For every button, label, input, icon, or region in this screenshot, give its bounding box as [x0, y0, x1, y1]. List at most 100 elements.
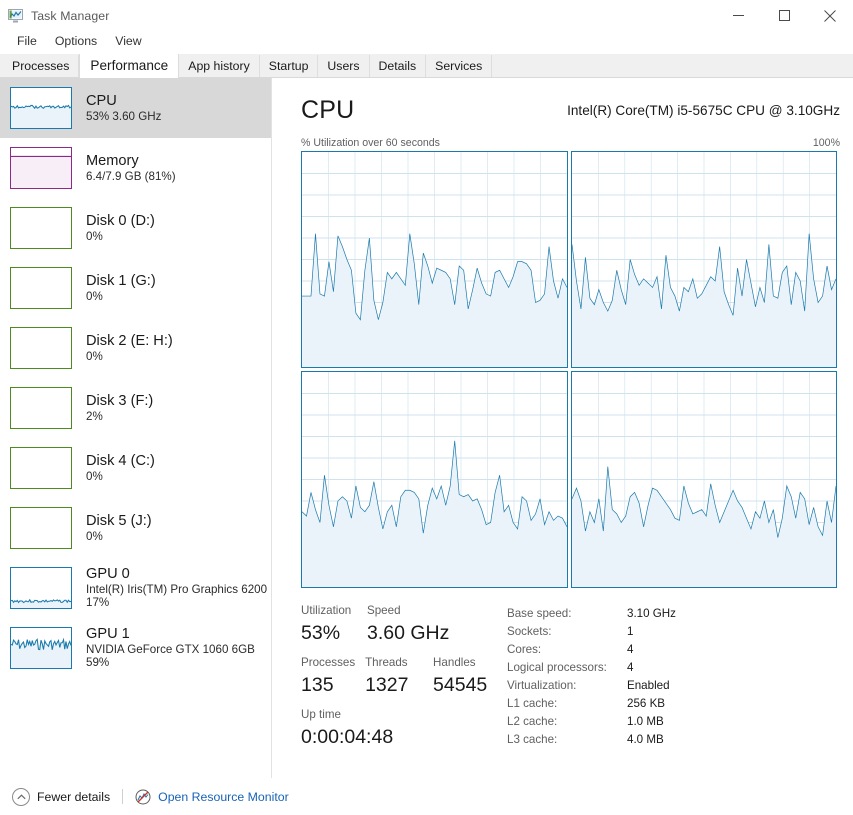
detail-label: L1 cache:	[507, 697, 558, 710]
tab-services[interactable]: Services	[426, 55, 493, 77]
sidebar-item-sublabel-2: 17%	[86, 596, 110, 610]
page-title: CPU	[301, 96, 355, 124]
cpu-stats: Utilization Speed 53% 3.60 GHz Processes…	[301, 603, 846, 763]
detail-value: 1.0 MB	[627, 715, 664, 728]
sidebar-mini-graph	[10, 87, 72, 129]
tab-app-history[interactable]: App history	[179, 55, 260, 77]
detail-label: Logical processors:	[507, 661, 607, 674]
sidebar-item-gpu-1[interactable]: GPU 1 NVIDIA GeForce GTX 1060 6GB 59%	[0, 618, 271, 678]
sidebar-item-text: Disk 3 (F:) 2%	[86, 393, 153, 423]
open-resource-monitor-link[interactable]: Open Resource Monitor	[135, 789, 289, 805]
menu-bar: File Options View	[0, 31, 853, 52]
sidebar-item-sublabel: 53% 3.60 GHz	[86, 109, 162, 123]
tab-users[interactable]: Users	[318, 55, 370, 77]
detail-label: L2 cache:	[507, 715, 558, 728]
uptime-value: 0:00:04:48	[301, 726, 394, 748]
sidebar-item-disk-3-f[interactable]: Disk 3 (F:) 2%	[0, 378, 271, 438]
detail-row: Sockets: 1	[507, 623, 837, 641]
menu-item-options[interactable]: Options	[46, 33, 106, 50]
sidebar-item-disk-0-d[interactable]: Disk 0 (D:) 0%	[0, 198, 271, 258]
handles-value: 54545	[433, 674, 488, 696]
handles-label: Handles	[433, 656, 476, 669]
sidebar-item-disk-2-e-h[interactable]: Disk 2 (E: H:) 0%	[0, 318, 271, 378]
cpu-graph-2[interactable]	[301, 371, 568, 588]
detail-row: L2 cache: 1.0 MB	[507, 713, 837, 731]
utilization-label: Utilization	[301, 604, 352, 617]
footer-bar: Fewer details Open Resource Monitor	[0, 778, 853, 815]
cpu-graph-0[interactable]	[301, 151, 568, 368]
sidebar-item-sublabel: 6.4/7.9 GB (81%)	[86, 169, 176, 183]
detail-label: Sockets:	[507, 625, 552, 638]
cpu-details-list: Base speed: 3.10 GHz Sockets: 1 Cores: 4 Logic…	[507, 605, 837, 749]
sidebar-item-label: GPU 0	[86, 566, 130, 583]
detail-value: 3.10 GHz	[627, 607, 676, 620]
sidebar-item-label: Disk 5 (J:)	[86, 512, 152, 529]
detail-row: Logical processors: 4	[507, 659, 837, 677]
cpu-model-name: Intel(R) Core(TM) i5-5675C CPU @ 3.10GHz	[567, 103, 840, 118]
cpu-stats-left: Utilization Speed 53% 3.60 GHz Processes…	[301, 603, 501, 751]
title-bar: Task Manager	[0, 0, 853, 31]
speed-label: Speed	[367, 604, 401, 617]
detail-label: Virtualization:	[507, 679, 577, 692]
menu-item-file[interactable]: File	[8, 33, 46, 50]
sidebar-item-label: Memory	[86, 152, 139, 169]
sidebar-item-label: Disk 2 (E: H:)	[86, 332, 173, 349]
sidebar-item-sublabel-2: 59%	[86, 656, 110, 670]
sidebar-mini-graph	[10, 387, 72, 429]
processes-value: 135	[301, 674, 334, 696]
sidebar-item-sublabel: 2%	[86, 409, 103, 423]
tab-strip: Processes Performance App history Startu…	[0, 54, 853, 78]
fewer-details-label: Fewer details	[37, 789, 111, 804]
menu-item-view[interactable]: View	[106, 33, 150, 50]
sidebar-mini-graph	[10, 147, 72, 189]
sidebar-mini-graph	[10, 327, 72, 369]
detail-row: L1 cache: 256 KB	[507, 695, 837, 713]
sidebar-item-disk-5-j[interactable]: Disk 5 (J:) 0%	[0, 498, 271, 558]
main-header: CPU Intel(R) Core(TM) i5-5675C CPU @ 3.1…	[273, 78, 853, 130]
resource-sidebar[interactable]: CPU 53% 3.60 GHz Memory 6.4/7.9 GB (81%) Di…	[0, 78, 272, 778]
sidebar-item-text: Memory 6.4/7.9 GB (81%)	[86, 153, 176, 183]
fewer-details-button[interactable]: Fewer details	[12, 787, 111, 806]
task-manager-window: Task Manager File Options View Processes…	[0, 0, 853, 815]
close-button[interactable]	[807, 0, 853, 31]
sidebar-item-sublabel: 0%	[86, 349, 103, 363]
detail-row: L3 cache: 4.0 MB	[507, 731, 837, 749]
sidebar-mini-graph	[10, 507, 72, 549]
axis-label-left: % Utilization over 60 seconds	[301, 137, 440, 149]
sidebar-item-disk-1-g[interactable]: Disk 1 (G:) 0%	[0, 258, 271, 318]
tab-performance[interactable]: Performance	[79, 54, 180, 78]
sidebar-mini-graph	[10, 627, 72, 669]
cpu-graph-cell	[571, 371, 840, 591]
minimize-button[interactable]	[715, 0, 761, 31]
performance-main-panel: CPU Intel(R) Core(TM) i5-5675C CPU @ 3.1…	[273, 78, 853, 778]
cpu-graph-1[interactable]	[571, 151, 837, 368]
tab-details[interactable]: Details	[369, 55, 427, 77]
maximize-button[interactable]	[761, 0, 807, 31]
detail-value: 4.0 MB	[627, 733, 664, 746]
cpu-graph-3[interactable]	[571, 371, 837, 588]
tab-startup[interactable]: Startup	[259, 55, 319, 77]
sidebar-item-cpu[interactable]: CPU 53% 3.60 GHz	[0, 78, 271, 138]
sidebar-item-text: GPU 0 Intel(R) Iris(TM) Pro Graphics 6200…	[86, 566, 267, 609]
window-title: Task Manager	[31, 8, 110, 23]
detail-value: 4	[627, 643, 634, 656]
sidebar-item-gpu-0[interactable]: GPU 0 Intel(R) Iris(TM) Pro Graphics 6200…	[0, 558, 271, 618]
sidebar-item-disk-4-c[interactable]: Disk 4 (C:) 0%	[0, 438, 271, 498]
sidebar-item-text: CPU 53% 3.60 GHz	[86, 93, 161, 123]
sidebar-item-sublabel: 0%	[86, 529, 103, 543]
threads-label: Threads	[365, 656, 408, 669]
detail-label: Base speed:	[507, 607, 572, 620]
task-manager-icon	[8, 8, 24, 24]
sidebar-item-sublabel: 0%	[86, 229, 103, 243]
sidebar-item-sublabel: 0%	[86, 289, 103, 303]
detail-value: 256 KB	[627, 697, 666, 710]
detail-value: 1	[627, 625, 634, 638]
tab-processes[interactable]: Processes	[3, 55, 80, 77]
sidebar-item-text: Disk 0 (D:) 0%	[86, 213, 155, 243]
sidebar-item-sublabel: 0%	[86, 469, 103, 483]
sidebar-item-label: CPU	[86, 92, 117, 109]
sidebar-item-memory[interactable]: Memory 6.4/7.9 GB (81%)	[0, 138, 271, 198]
cpu-graph-grid[interactable]	[301, 151, 840, 591]
sidebar-item-label: GPU 1	[86, 626, 130, 643]
sidebar-item-label: Disk 4 (C:)	[86, 452, 155, 469]
